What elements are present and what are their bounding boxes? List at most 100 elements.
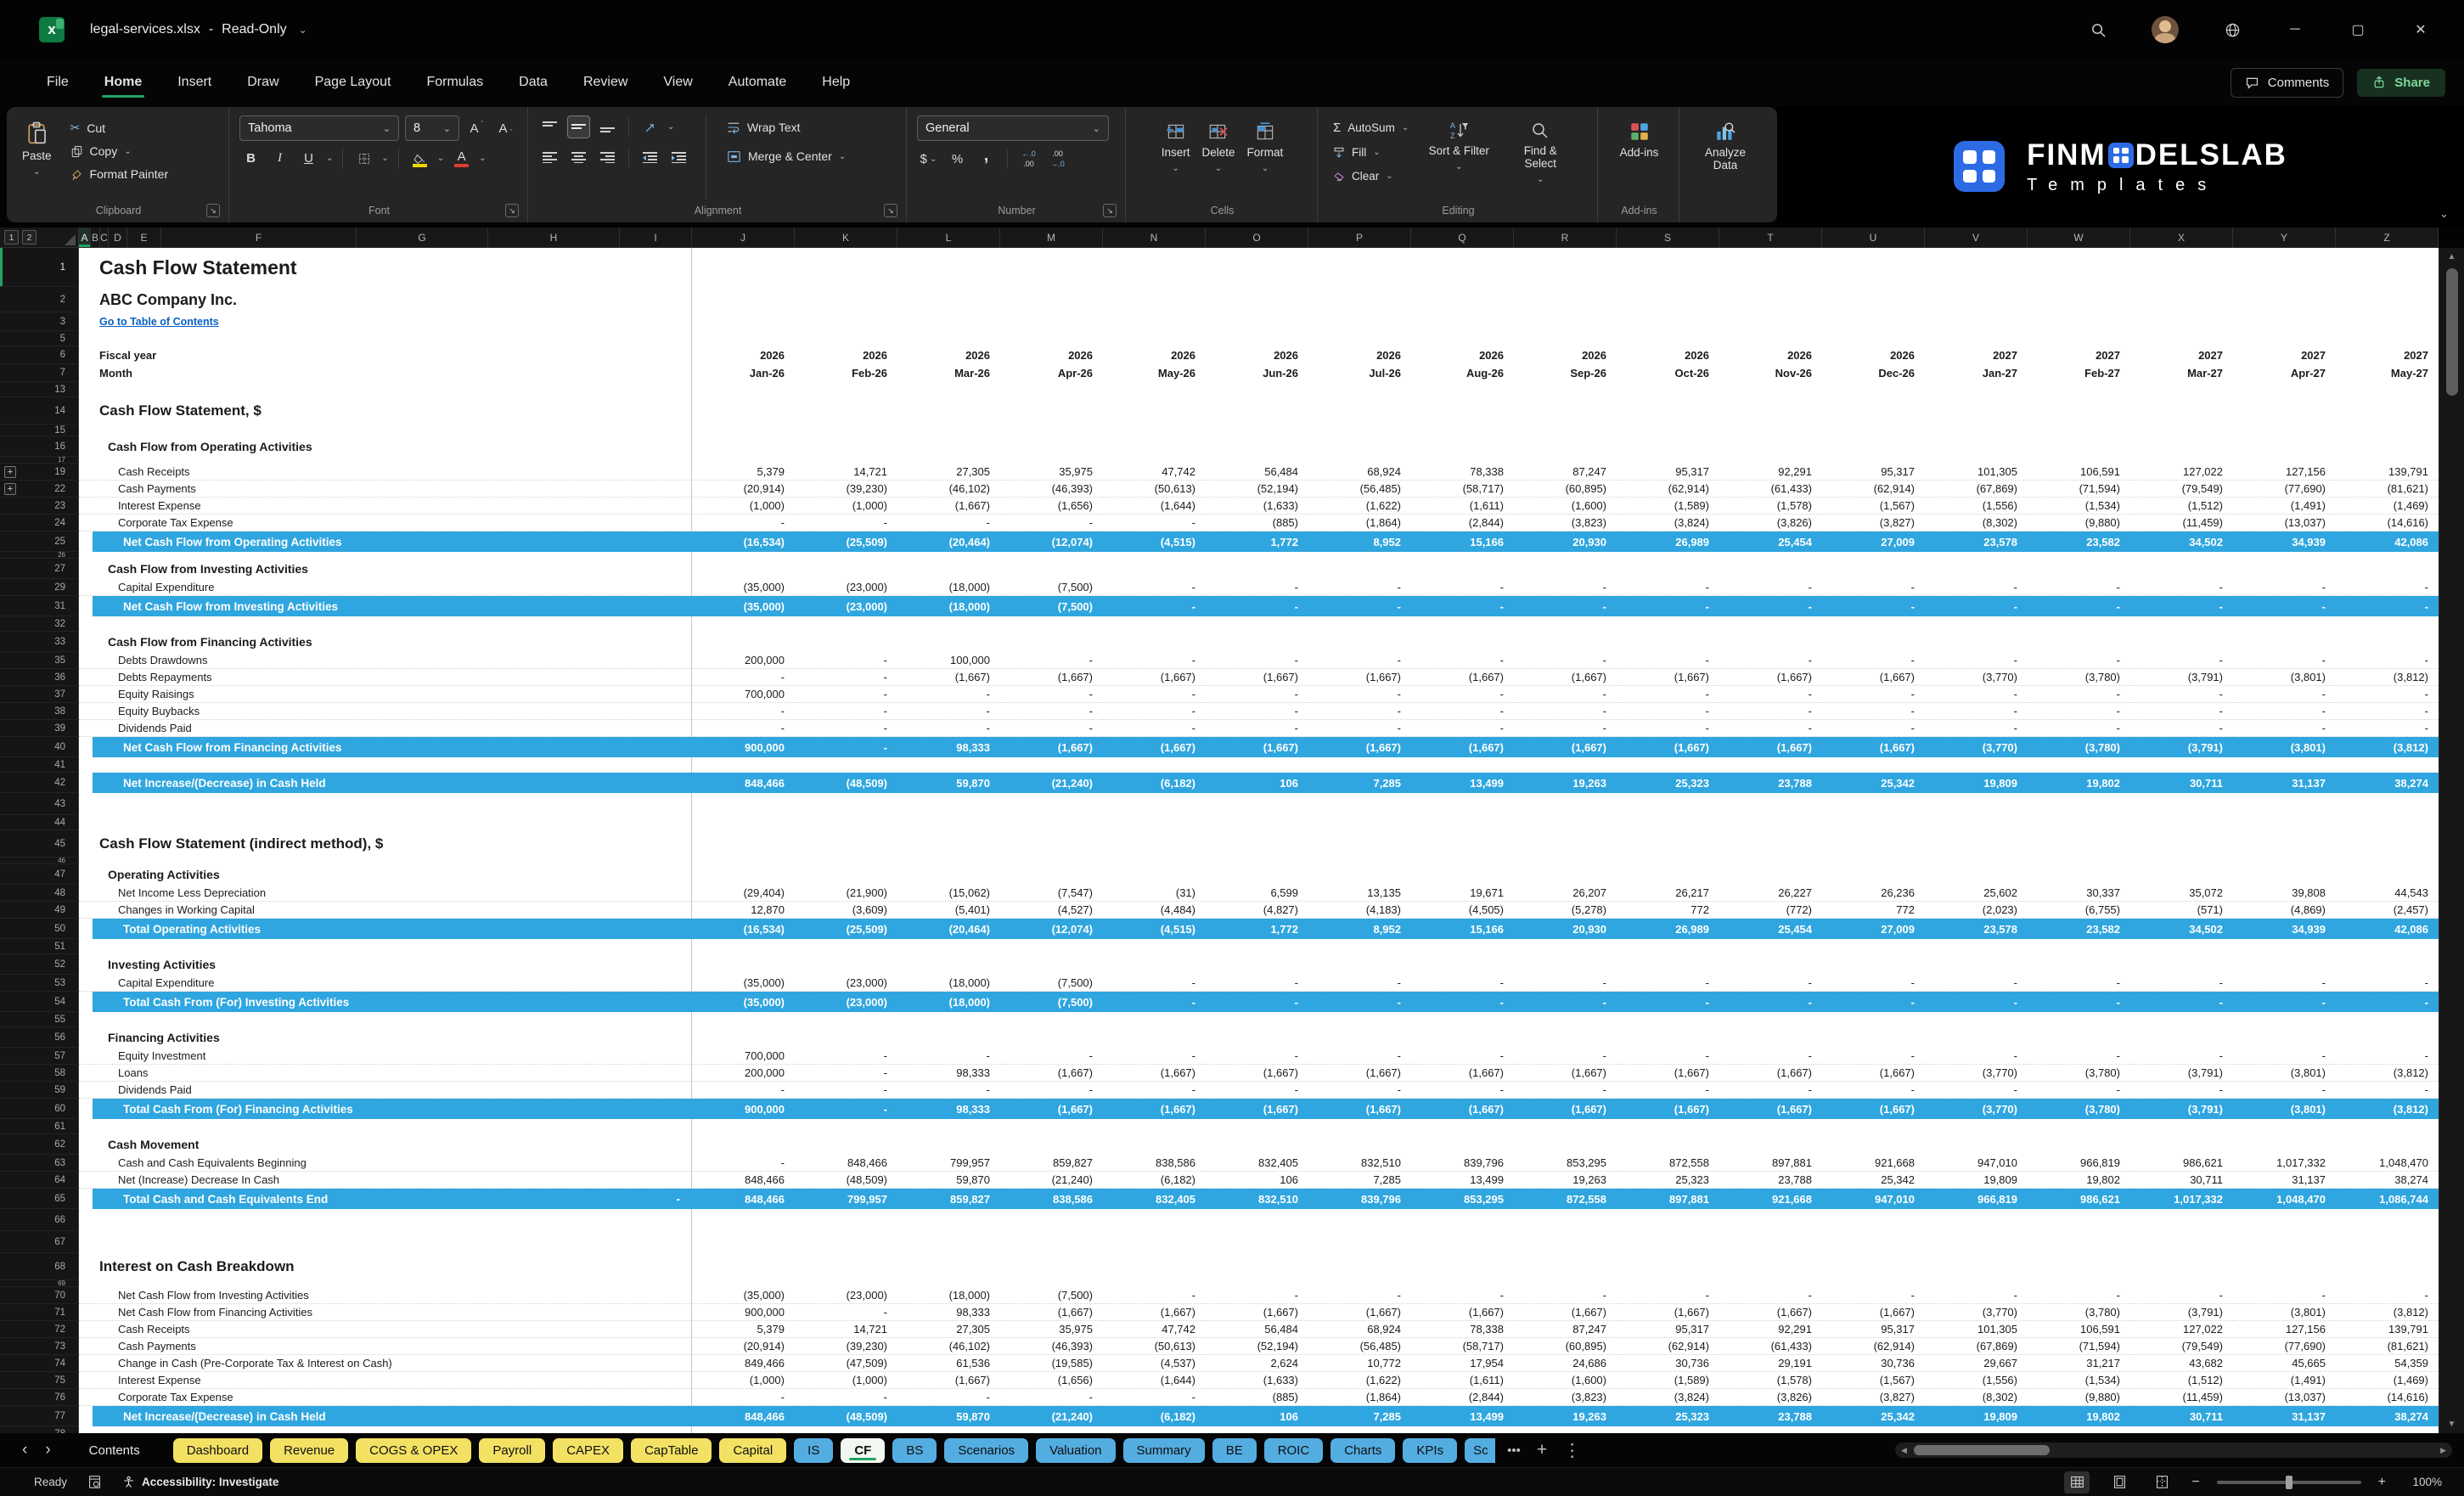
cell-73-11[interactable]: (61,433) [1719,1338,1822,1355]
scroll-left-icon[interactable]: ◀ [1901,1446,1907,1455]
cell-29-13[interactable]: - [1925,579,2028,596]
font-size-select[interactable]: 8 ⌄ [405,115,459,141]
cell-59-1[interactable]: - [692,1082,795,1099]
cell-73-4[interactable]: (46,393) [1000,1338,1103,1355]
cell-42-5[interactable]: (6,182) [1103,773,1206,793]
column-header-V[interactable]: V [1925,228,2028,247]
cell-7-5[interactable]: May-26 [1103,364,1206,382]
cell-22-15[interactable]: (79,549) [2130,481,2233,498]
cell-label-77[interactable]: Net Increase/(Decrease) in Cash Held [93,1406,692,1426]
cell-25-7[interactable]: 8,952 [1308,531,1411,552]
row-header-5[interactable]: 5 [0,331,79,346]
cell-72-5[interactable]: 47,742 [1103,1321,1206,1338]
cell-7-14[interactable]: Feb-27 [2028,364,2130,382]
cell-label-70[interactable]: Net Cash Flow from Investing Activities [79,1287,692,1304]
cell-70-10[interactable]: - [1617,1287,1719,1304]
cell-label-48[interactable]: Net Income Less Depreciation [79,885,692,902]
row-header-71[interactable]: 71 [0,1304,79,1321]
cell-48-16[interactable]: 39,808 [2233,885,2336,902]
cell-7-10[interactable]: Oct-26 [1617,364,1719,382]
paste-button[interactable]: Paste ⌄ [17,115,57,183]
cell-39-2[interactable]: - [795,720,897,737]
cell-75-7[interactable]: (1,622) [1308,1372,1411,1389]
cell-71-7[interactable]: (1,667) [1308,1304,1411,1321]
cell-72-10[interactable]: 95,317 [1617,1321,1719,1338]
cell-37-11[interactable]: - [1719,686,1822,703]
cell-42-4[interactable]: (21,240) [1000,773,1103,793]
cell-25-2[interactable]: (25,509) [795,531,897,552]
cell-36-6[interactable]: (1,667) [1206,669,1308,686]
sheet-tab-contents[interactable]: Contents [76,1438,154,1463]
cell-31-15[interactable]: - [2130,596,2233,616]
cell-38-4[interactable]: - [1000,703,1103,720]
cell-23-5[interactable]: (1,644) [1103,498,1206,515]
cell-50-8[interactable]: 15,166 [1411,919,1514,939]
cell-59-4[interactable]: - [1000,1082,1103,1099]
cell-73-9[interactable]: (60,895) [1514,1338,1617,1355]
cell-label-44[interactable] [79,815,692,830]
cell-42-17[interactable]: 38,274 [2336,773,2439,793]
row-header-53[interactable]: 53 [0,975,79,992]
column-header-N[interactable]: N [1103,228,1206,247]
row-header-69[interactable]: 69 [0,1280,79,1287]
cell-74-4[interactable]: (19,585) [1000,1355,1103,1372]
cell-70-16[interactable]: - [2233,1287,2336,1304]
column-header-Q[interactable]: Q [1411,228,1514,247]
cell-73-14[interactable]: (71,594) [2028,1338,2130,1355]
cell-35-9[interactable]: - [1514,652,1617,669]
cell-6-6[interactable]: 2026 [1206,346,1308,364]
cell-58-13[interactable]: (3,770) [1925,1065,2028,1082]
italic-button[interactable]: I [268,147,291,170]
sheet-tab-charts[interactable]: Charts [1330,1437,1396,1463]
cell-58-14[interactable]: (3,780) [2028,1065,2130,1082]
cell-50-14[interactable]: 23,582 [2028,919,2130,939]
cell-73-1[interactable]: (20,914) [692,1338,795,1355]
decrease-indent-icon[interactable] [639,146,661,169]
cell-53-11[interactable]: - [1719,975,1822,992]
column-header-J[interactable]: J [692,228,795,247]
cell-75-3[interactable]: (1,667) [897,1372,1000,1389]
cell-54-4[interactable]: (7,500) [1000,992,1103,1012]
cell-36-12[interactable]: (1,667) [1822,669,1925,686]
row-header-76[interactable]: 76 [0,1389,79,1406]
cell-19-3[interactable]: 27,305 [897,464,1000,481]
cell-54-11[interactable]: - [1719,992,1822,1012]
cell-50-17[interactable]: 42,086 [2336,919,2439,939]
row-header-15[interactable]: 15 [0,425,79,436]
cell-64-17[interactable]: 38,274 [2336,1172,2439,1189]
cell-63-17[interactable]: 1,048,470 [2336,1155,2439,1172]
cell-48-17[interactable]: 44,543 [2336,885,2439,902]
row-header-23[interactable]: 23 [0,498,79,515]
zoom-out-button[interactable]: − [2191,1475,2199,1490]
cell-70-9[interactable]: - [1514,1287,1617,1304]
cell-71-1[interactable]: 900,000 [692,1304,795,1321]
row-header-75[interactable]: 75 [0,1372,79,1389]
cell-76-9[interactable]: (3,823) [1514,1389,1617,1406]
cell-75-9[interactable]: (1,600) [1514,1372,1617,1389]
cell-71-2[interactable]: - [795,1304,897,1321]
cell-38-11[interactable]: - [1719,703,1822,720]
cell-24-3[interactable]: - [897,515,1000,531]
cell-31-6[interactable]: - [1206,596,1308,616]
cell-25-3[interactable]: (20,464) [897,531,1000,552]
cell-25-16[interactable]: 34,939 [2233,531,2336,552]
cell-65-16[interactable]: 1,048,470 [2233,1189,2336,1209]
cell-24-15[interactable]: (11,459) [2130,515,2233,531]
cell-73-6[interactable]: (52,194) [1206,1338,1308,1355]
cell-29-3[interactable]: (18,000) [897,579,1000,596]
cell-19-6[interactable]: 56,484 [1206,464,1308,481]
cell-label-78[interactable] [79,1426,692,1433]
sheet-tab-sc[interactable]: Sc [1465,1437,1496,1463]
cell-72-7[interactable]: 68,924 [1308,1321,1411,1338]
cell-58-17[interactable]: (3,812) [2336,1065,2439,1082]
cell-23-15[interactable]: (1,512) [2130,498,2233,515]
cell-70-12[interactable]: - [1822,1287,1925,1304]
column-header-S[interactable]: S [1617,228,1719,247]
cell-63-6[interactable]: 832,405 [1206,1155,1308,1172]
cell-42-7[interactable]: 7,285 [1308,773,1411,793]
row-header-16[interactable]: 16 [0,436,79,457]
column-header-K[interactable]: K [795,228,897,247]
cell-77-12[interactable]: 25,342 [1822,1406,1925,1426]
cell-73-5[interactable]: (50,613) [1103,1338,1206,1355]
row-header-7[interactable]: 7 [0,364,79,382]
